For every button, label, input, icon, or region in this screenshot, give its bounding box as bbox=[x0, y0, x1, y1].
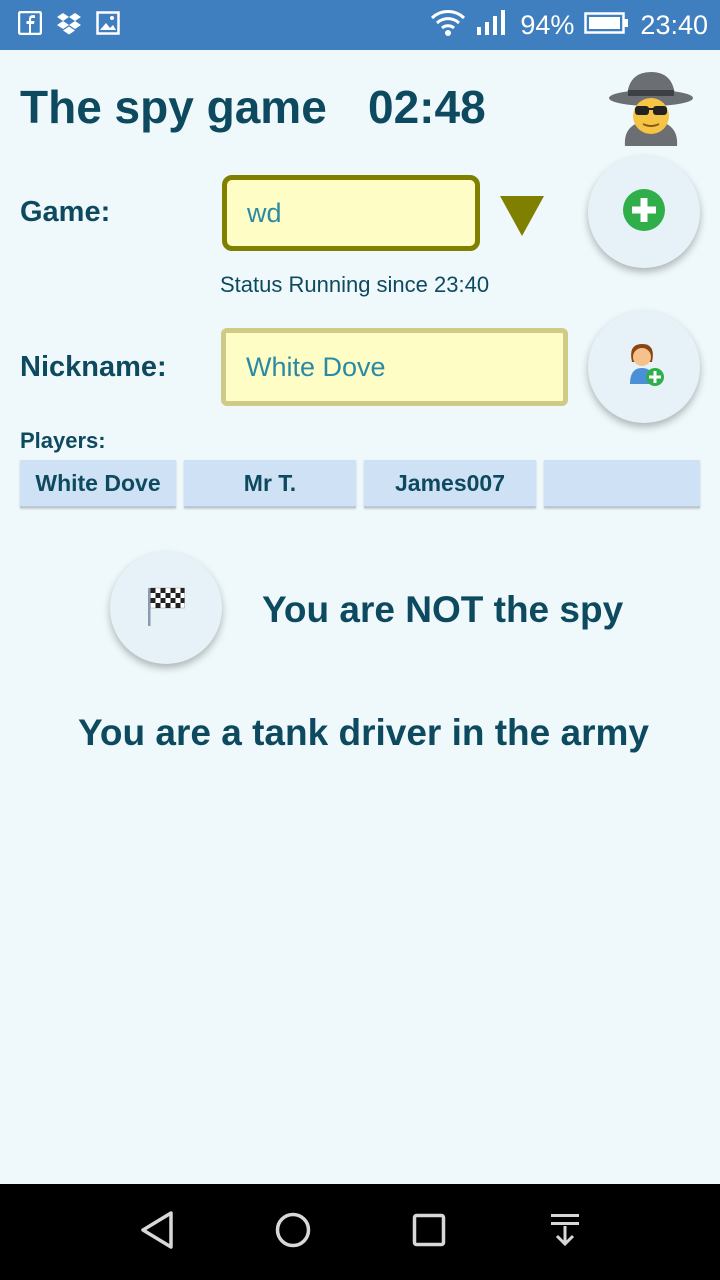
system-icons: 94% 23:40 bbox=[430, 0, 708, 50]
role-description: You are a tank driver in the army bbox=[78, 712, 649, 753]
player-chip[interactable] bbox=[544, 460, 700, 508]
navigation-bar bbox=[0, 1184, 720, 1280]
status-bar: 94% 23:40 bbox=[0, 0, 720, 50]
spy-status-text: You are NOT the spy bbox=[262, 589, 624, 630]
facebook-icon bbox=[18, 11, 42, 35]
dropbox-icon bbox=[56, 11, 82, 35]
checkered-flag-icon bbox=[146, 584, 186, 633]
back-icon bbox=[139, 1210, 175, 1255]
finish-game-button[interactable] bbox=[110, 552, 222, 664]
game-input[interactable]: wd bbox=[222, 175, 480, 251]
add-game-icon bbox=[622, 188, 666, 237]
add-game-button[interactable] bbox=[588, 156, 700, 268]
notifications-button[interactable] bbox=[535, 1202, 595, 1262]
nickname-label: Nickname: bbox=[20, 351, 167, 383]
player-chip[interactable]: James007 bbox=[364, 460, 536, 508]
nickname-input[interactable]: White Dove bbox=[221, 328, 568, 406]
notifications-icon bbox=[548, 1212, 582, 1253]
home-button[interactable] bbox=[263, 1202, 323, 1262]
game-label: Game: bbox=[20, 196, 111, 228]
gallery-icon bbox=[96, 11, 120, 35]
recents-icon bbox=[412, 1213, 446, 1252]
game-status: Status Running since 23:40 bbox=[220, 272, 490, 297]
recents-button[interactable] bbox=[399, 1202, 459, 1262]
player-chip[interactable]: Mr T. bbox=[184, 460, 356, 508]
spy-icon bbox=[607, 66, 695, 146]
notification-icons bbox=[18, 11, 120, 35]
back-button[interactable] bbox=[127, 1202, 187, 1262]
battery-icon bbox=[584, 11, 630, 40]
clock: 23:40 bbox=[640, 9, 708, 40]
battery-percent: 94% bbox=[520, 9, 575, 40]
wifi-icon bbox=[430, 9, 466, 42]
players-label: Players: bbox=[20, 428, 106, 453]
home-icon bbox=[274, 1211, 312, 1254]
player-chip[interactable]: White Dove bbox=[20, 460, 176, 508]
game-timer: 02:48 bbox=[368, 81, 486, 133]
dropdown-triangle-icon[interactable] bbox=[500, 196, 544, 236]
add-player-button[interactable] bbox=[588, 311, 700, 423]
add-player-icon bbox=[622, 342, 666, 393]
page-title: The spy game bbox=[20, 81, 327, 133]
signal-icon bbox=[476, 9, 510, 42]
